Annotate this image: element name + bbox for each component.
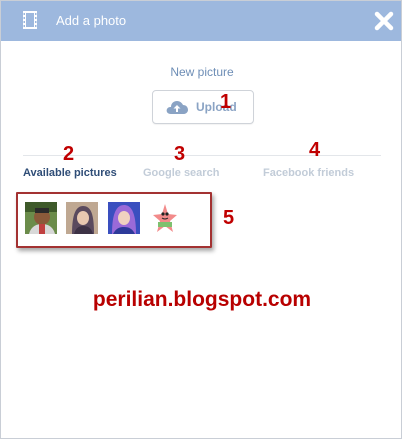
dialog-title: Add a photo: [56, 13, 127, 28]
cloud-upload-icon: [166, 101, 188, 114]
tab-facebook-friends[interactable]: Facebook friends: [263, 167, 354, 179]
close-icon[interactable]: [373, 10, 395, 32]
tab-google-search[interactable]: Google search: [143, 167, 219, 179]
divider: [23, 155, 381, 156]
film-icon: [23, 11, 37, 29]
dialog-titlebar: Add a photo: [1, 1, 401, 41]
annotation-1: 1: [220, 91, 232, 113]
tab-available-pictures[interactable]: Available pictures: [23, 167, 117, 179]
thumbnail-woman-blue[interactable]: [108, 202, 140, 234]
thumbnail-starfish-cartoon[interactable]: [149, 202, 181, 234]
annotation-3: 3: [174, 143, 186, 165]
watermark-text: perilian.blogspot.com: [92, 288, 312, 311]
annotation-2: 2: [63, 143, 75, 165]
annotation-5: 5: [223, 207, 235, 229]
annotation-4: 4: [309, 139, 321, 161]
thumbnail-man[interactable]: [25, 202, 57, 234]
new-picture-heading: New picture: [170, 65, 234, 79]
thumbnail-woman[interactable]: [66, 202, 98, 234]
upload-button[interactable]: Upload: [152, 90, 254, 124]
add-photo-dialog: Add a photo New picture Upload Available…: [0, 0, 402, 439]
